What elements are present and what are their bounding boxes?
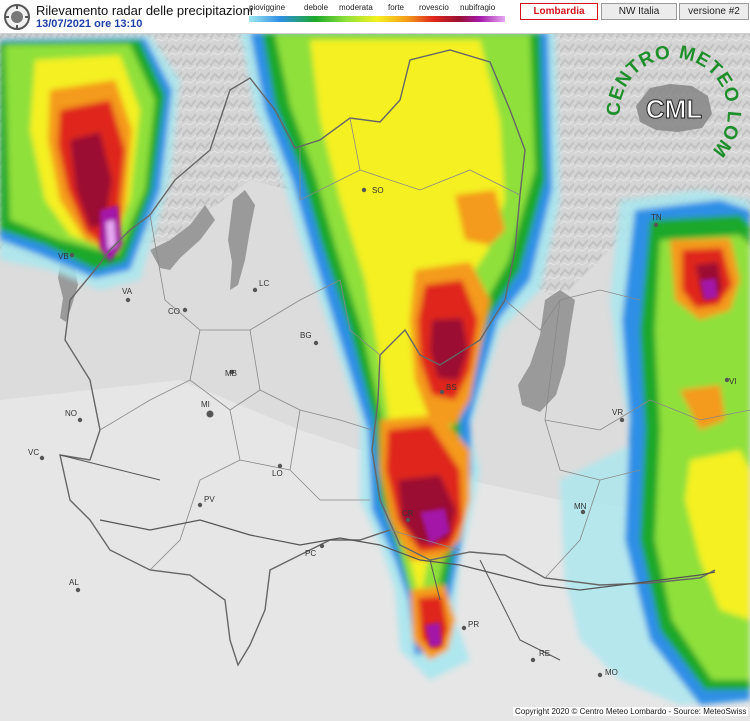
city-label-lc: LC <box>259 279 269 288</box>
city-marker-lc <box>252 287 258 293</box>
city-marker-pc <box>319 543 325 549</box>
city-label-pr: PR <box>468 620 479 629</box>
city-marker-vc <box>39 455 45 461</box>
tab-version[interactable]: versione #2 <box>679 3 749 20</box>
city-label-lo: LO <box>272 469 283 478</box>
legend-label-moderata: moderata <box>339 3 373 12</box>
city-marker-cr <box>405 517 411 523</box>
city-marker-bs <box>439 389 445 395</box>
legend-label-pioviggine: pioviggine <box>249 3 286 12</box>
city-label-bg: BG <box>300 331 312 340</box>
city-marker-so <box>361 187 367 193</box>
city-marker-mo <box>597 672 603 678</box>
city-marker-al <box>75 587 81 593</box>
city-label-mn: MN <box>574 502 587 511</box>
precipitation-legend: pioviggine debole moderata forte rovesci… <box>249 3 505 22</box>
city-label-pc: PC <box>305 549 316 558</box>
city-label-mo: MO <box>605 668 618 677</box>
city-label-vc: VC <box>28 448 39 457</box>
page-title: Rilevamento radar delle precipitazioni <box>36 3 253 18</box>
city-label-al: AL <box>69 578 79 587</box>
city-label-vb: VB <box>58 252 69 261</box>
city-marker-bg <box>313 340 319 346</box>
legend-label-rovescio: rovescio <box>419 3 449 12</box>
cml-logo: CENTRO METEO LOMBARDO CML <box>598 36 743 161</box>
city-label-pv: PV <box>204 495 215 504</box>
city-marker-pv <box>197 502 203 508</box>
city-label-va: VA <box>122 287 133 296</box>
city-marker-tn <box>653 222 659 228</box>
city-label-tn: TN <box>651 213 662 222</box>
city-marker-no <box>77 417 83 423</box>
legend-color-bar <box>249 16 505 22</box>
city-label-mb: MB <box>225 369 237 378</box>
city-marker-lo <box>277 463 283 469</box>
city-marker-co <box>182 307 188 313</box>
legend-label-debole: debole <box>304 3 329 12</box>
city-marker-mi <box>206 410 214 418</box>
city-label-cr: CR <box>402 509 414 518</box>
city-label-bs: BS <box>446 383 457 392</box>
city-label-vr: VR <box>612 408 623 417</box>
city-marker-vr <box>619 417 625 423</box>
legend-label-nubifragio: nubifragio <box>460 3 496 12</box>
city-marker-vb <box>69 252 75 258</box>
tab-nw-italia[interactable]: NW Italia <box>601 3 677 20</box>
city-marker-va <box>125 297 131 303</box>
header-bar: Rilevamento radar delle precipitazioni 1… <box>0 0 750 34</box>
radar-app: SO VB VA CO LC BG MB MI NO VC LO PV PC AL BS CR MN VR TN VI… <box>0 0 750 721</box>
city-label-vi: VI <box>729 377 737 386</box>
city-marker-pr <box>461 625 467 631</box>
city-label-mi: MI <box>201 400 210 409</box>
city-marker-re <box>530 657 536 663</box>
copyright-footer: Copyright 2020 © Centro Meteo Lombardo -… <box>513 707 749 716</box>
city-label-re: RE <box>539 649 550 658</box>
city-label-co: CO <box>168 307 180 316</box>
tab-lombardia[interactable]: Lombardia <box>520 3 598 20</box>
legend-label-forte: forte <box>388 3 405 12</box>
radar-datetime: 13/07/2021 ore 13:10 <box>36 18 143 30</box>
legend-labels: pioviggine debole moderata forte rovesci… <box>249 3 505 15</box>
cml-mini-logo-icon <box>4 4 30 30</box>
city-label-no: NO <box>65 409 77 418</box>
logo-initials: CML <box>646 94 702 124</box>
city-label-so: SO <box>372 186 384 195</box>
